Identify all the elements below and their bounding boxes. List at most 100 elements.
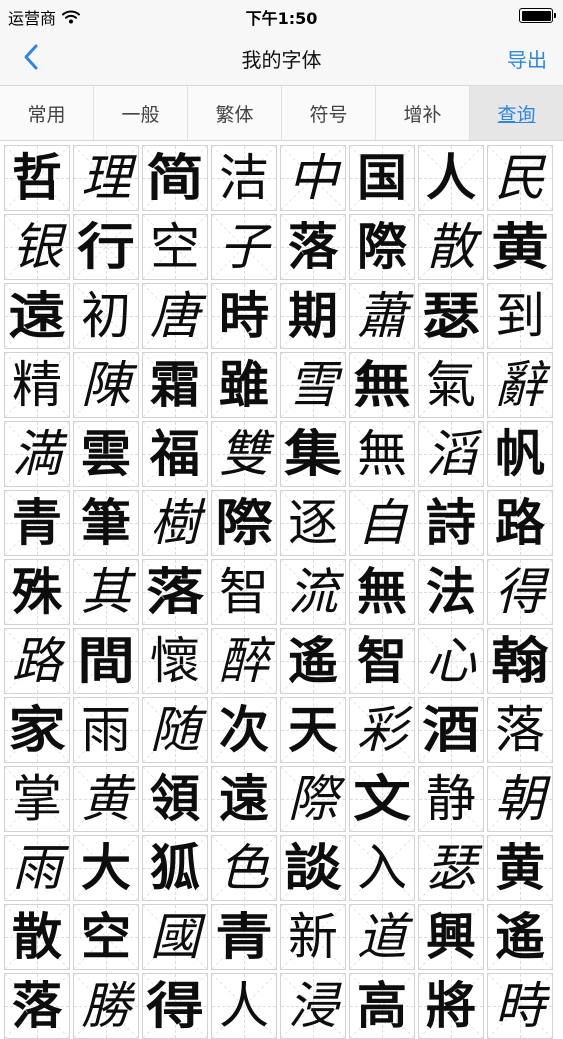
character-cell[interactable]: 静 [418, 766, 484, 832]
character-cell[interactable]: 期 [280, 283, 346, 349]
character-cell[interactable]: 雨 [73, 697, 139, 763]
character-cell[interactable]: 際 [211, 490, 277, 556]
character-cell[interactable]: 樹 [142, 490, 208, 556]
character-cell[interactable]: 初 [73, 283, 139, 349]
character-cell[interactable]: 間 [73, 628, 139, 694]
character-cell[interactable]: 国 [349, 145, 415, 211]
character-cell[interactable]: 次 [211, 697, 277, 763]
character-cell[interactable]: 黄 [487, 214, 553, 280]
character-cell[interactable]: 到 [487, 283, 553, 349]
character-cell[interactable]: 行 [73, 214, 139, 280]
character-cell[interactable]: 無 [349, 352, 415, 418]
character-cell[interactable]: 落 [487, 697, 553, 763]
character-cell[interactable]: 掌 [4, 766, 70, 832]
character-cell[interactable]: 氣 [418, 352, 484, 418]
character-cell[interactable]: 雙 [211, 421, 277, 487]
character-cell[interactable]: 雨 [4, 835, 70, 901]
tab-3[interactable]: 符号 [282, 86, 376, 140]
character-cell[interactable]: 談 [280, 835, 346, 901]
character-cell[interactable]: 時 [211, 283, 277, 349]
character-cell[interactable]: 中 [280, 145, 346, 211]
character-cell[interactable]: 帆 [487, 421, 553, 487]
character-cell[interactable]: 法 [418, 559, 484, 625]
character-cell[interactable]: 其 [73, 559, 139, 625]
character-cell[interactable]: 領 [142, 766, 208, 832]
character-cell[interactable]: 理 [73, 145, 139, 211]
character-cell[interactable]: 朝 [487, 766, 553, 832]
character-cell[interactable]: 勝 [73, 973, 139, 1039]
character-cell[interactable]: 雪 [280, 352, 346, 418]
character-cell[interactable]: 流 [280, 559, 346, 625]
character-cell[interactable]: 醉 [211, 628, 277, 694]
character-cell[interactable]: 银 [4, 214, 70, 280]
character-cell[interactable]: 智 [349, 628, 415, 694]
character-cell[interactable]: 落 [280, 214, 346, 280]
character-cell[interactable]: 酒 [418, 697, 484, 763]
character-cell[interactable]: 人 [418, 145, 484, 211]
character-cell[interactable]: 國 [142, 904, 208, 970]
character-cell[interactable]: 福 [142, 421, 208, 487]
character-cell[interactable]: 高 [349, 973, 415, 1039]
character-cell[interactable]: 興 [418, 904, 484, 970]
character-cell[interactable]: 入 [349, 835, 415, 901]
character-cell[interactable]: 人 [211, 973, 277, 1039]
tab-4[interactable]: 增补 [376, 86, 470, 140]
character-cell[interactable]: 天 [280, 697, 346, 763]
tab-2[interactable]: 繁体 [188, 86, 282, 140]
character-cell[interactable]: 民 [487, 145, 553, 211]
character-cell[interactable]: 简 [142, 145, 208, 211]
character-cell[interactable]: 遠 [211, 766, 277, 832]
character-cell[interactable]: 瑟 [418, 835, 484, 901]
character-cell[interactable]: 時 [487, 973, 553, 1039]
character-cell[interactable]: 無 [349, 421, 415, 487]
character-cell[interactable]: 洁 [211, 145, 277, 211]
character-cell[interactable]: 翰 [487, 628, 553, 694]
character-cell[interactable]: 陳 [73, 352, 139, 418]
character-cell[interactable]: 満 [4, 421, 70, 487]
character-cell[interactable]: 詩 [418, 490, 484, 556]
character-cell[interactable]: 雖 [211, 352, 277, 418]
character-cell[interactable]: 自 [349, 490, 415, 556]
character-cell[interactable]: 蕭 [349, 283, 415, 349]
character-cell[interactable]: 随 [142, 697, 208, 763]
export-button[interactable]: 导出 [507, 44, 547, 73]
tab-1[interactable]: 一般 [94, 86, 188, 140]
character-cell[interactable]: 散 [418, 214, 484, 280]
character-cell[interactable]: 將 [418, 973, 484, 1039]
character-cell[interactable]: 黄 [487, 835, 553, 901]
character-cell[interactable]: 際 [349, 214, 415, 280]
character-cell[interactable]: 落 [4, 973, 70, 1039]
character-cell[interactable]: 霜 [142, 352, 208, 418]
character-cell[interactable]: 瑟 [418, 283, 484, 349]
character-cell[interactable]: 大 [73, 835, 139, 901]
character-cell[interactable]: 筆 [73, 490, 139, 556]
character-cell[interactable]: 青 [211, 904, 277, 970]
character-cell[interactable]: 空 [73, 904, 139, 970]
character-cell[interactable]: 彩 [349, 697, 415, 763]
character-cell[interactable]: 路 [4, 628, 70, 694]
character-cell[interactable]: 際 [280, 766, 346, 832]
character-cell[interactable]: 狐 [142, 835, 208, 901]
character-cell[interactable]: 散 [4, 904, 70, 970]
character-cell[interactable]: 雲 [73, 421, 139, 487]
character-cell[interactable]: 懷 [142, 628, 208, 694]
character-cell[interactable]: 得 [487, 559, 553, 625]
character-cell[interactable]: 遙 [280, 628, 346, 694]
character-cell[interactable]: 道 [349, 904, 415, 970]
character-cell[interactable]: 遠 [4, 283, 70, 349]
character-cell[interactable]: 滔 [418, 421, 484, 487]
character-cell[interactable]: 唐 [142, 283, 208, 349]
character-cell[interactable]: 辭 [487, 352, 553, 418]
character-cell[interactable]: 智 [211, 559, 277, 625]
character-cell[interactable]: 青 [4, 490, 70, 556]
character-cell[interactable]: 無 [349, 559, 415, 625]
character-cell[interactable]: 遙 [487, 904, 553, 970]
character-cell[interactable]: 集 [280, 421, 346, 487]
character-cell[interactable]: 殊 [4, 559, 70, 625]
character-cell[interactable]: 色 [211, 835, 277, 901]
tab-5[interactable]: 查询 [470, 86, 563, 140]
character-cell[interactable]: 逐 [280, 490, 346, 556]
character-cell[interactable]: 家 [4, 697, 70, 763]
character-cell[interactable]: 浸 [280, 973, 346, 1039]
character-cell[interactable]: 得 [142, 973, 208, 1039]
